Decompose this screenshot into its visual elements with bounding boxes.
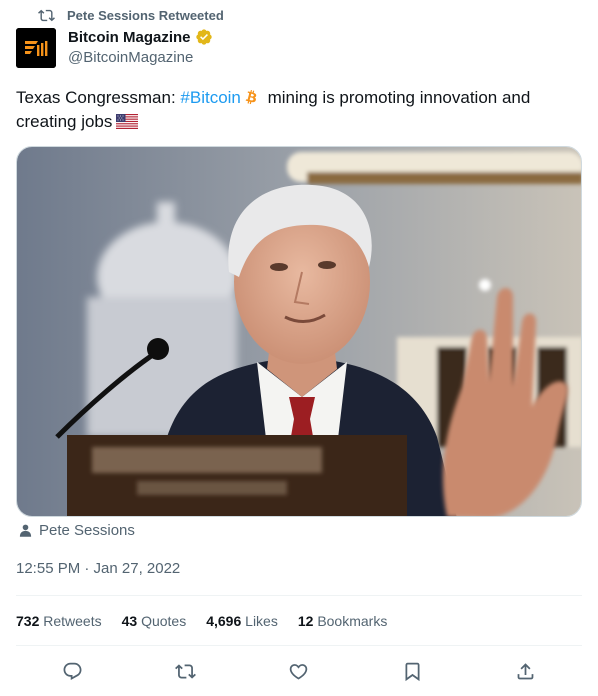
bitcoin-icon	[245, 89, 257, 105]
author-name[interactable]: Bitcoin Magazine	[68, 29, 191, 46]
stat-number: 43	[121, 613, 138, 629]
bookmark-button[interactable]	[401, 660, 423, 682]
bookmark-icon	[405, 662, 420, 681]
divider	[16, 595, 582, 596]
hashtag-link[interactable]: #Bitcoin	[180, 88, 240, 107]
retweet-button[interactable]	[175, 660, 197, 682]
stat-retweets[interactable]: 732 Retweets	[16, 613, 102, 629]
stat-likes[interactable]: 4,696 Likes	[206, 613, 278, 629]
verified-badge-icon	[195, 29, 212, 45]
stat-label: Likes	[245, 613, 278, 629]
tweet-text-start: Texas Congressman:	[16, 88, 181, 107]
engagement-stats: 732 Retweets 43 Quotes 4,696 Likes 12 Bo…	[16, 613, 387, 629]
divider	[16, 645, 582, 646]
avatar[interactable]	[16, 28, 56, 68]
action-bar	[16, 660, 582, 682]
person-icon	[19, 524, 32, 537]
stat-number: 12	[297, 613, 314, 629]
reply-icon	[63, 662, 82, 680]
stat-quotes[interactable]: 43 Quotes	[122, 613, 187, 629]
stat-number: 4,696	[206, 613, 242, 629]
retweet-context[interactable]: Pete Sessions Retweeted	[38, 7, 224, 24]
retweet-icon	[38, 9, 55, 22]
retweet-context-label: Pete Sessions Retweeted	[67, 8, 224, 23]
stat-label: Retweets	[43, 613, 102, 629]
like-button[interactable]	[288, 660, 310, 682]
us-flag-icon	[116, 114, 139, 129]
stat-number: 732	[16, 613, 40, 629]
stat-label: Bookmarks	[317, 613, 388, 629]
photo-credit-name: Pete Sessions	[39, 522, 135, 539]
author-name-row[interactable]: Bitcoin Magazine	[68, 28, 213, 46]
tweet-timestamp[interactable]: 12:55 PM · Jan 27, 2022	[16, 560, 180, 577]
like-icon	[290, 663, 308, 680]
reply-button[interactable]	[62, 660, 84, 682]
bitcoin-magazine-logo	[16, 28, 56, 68]
photo-credit[interactable]: Pete Sessions	[18, 522, 135, 539]
stat-bookmarks[interactable]: 12 Bookmarks	[298, 613, 388, 629]
author-handle[interactable]: @BitcoinMagazine	[68, 49, 193, 66]
tweet-photo[interactable]	[16, 146, 582, 517]
congressman-photo	[17, 147, 581, 516]
retweet-icon	[175, 663, 197, 679]
share-icon	[517, 662, 534, 679]
tweet-text: Texas Congressman: #Bitcoin mining is pr…	[16, 86, 576, 134]
stat-label: Quotes	[141, 613, 187, 629]
share-button[interactable]	[514, 660, 536, 682]
